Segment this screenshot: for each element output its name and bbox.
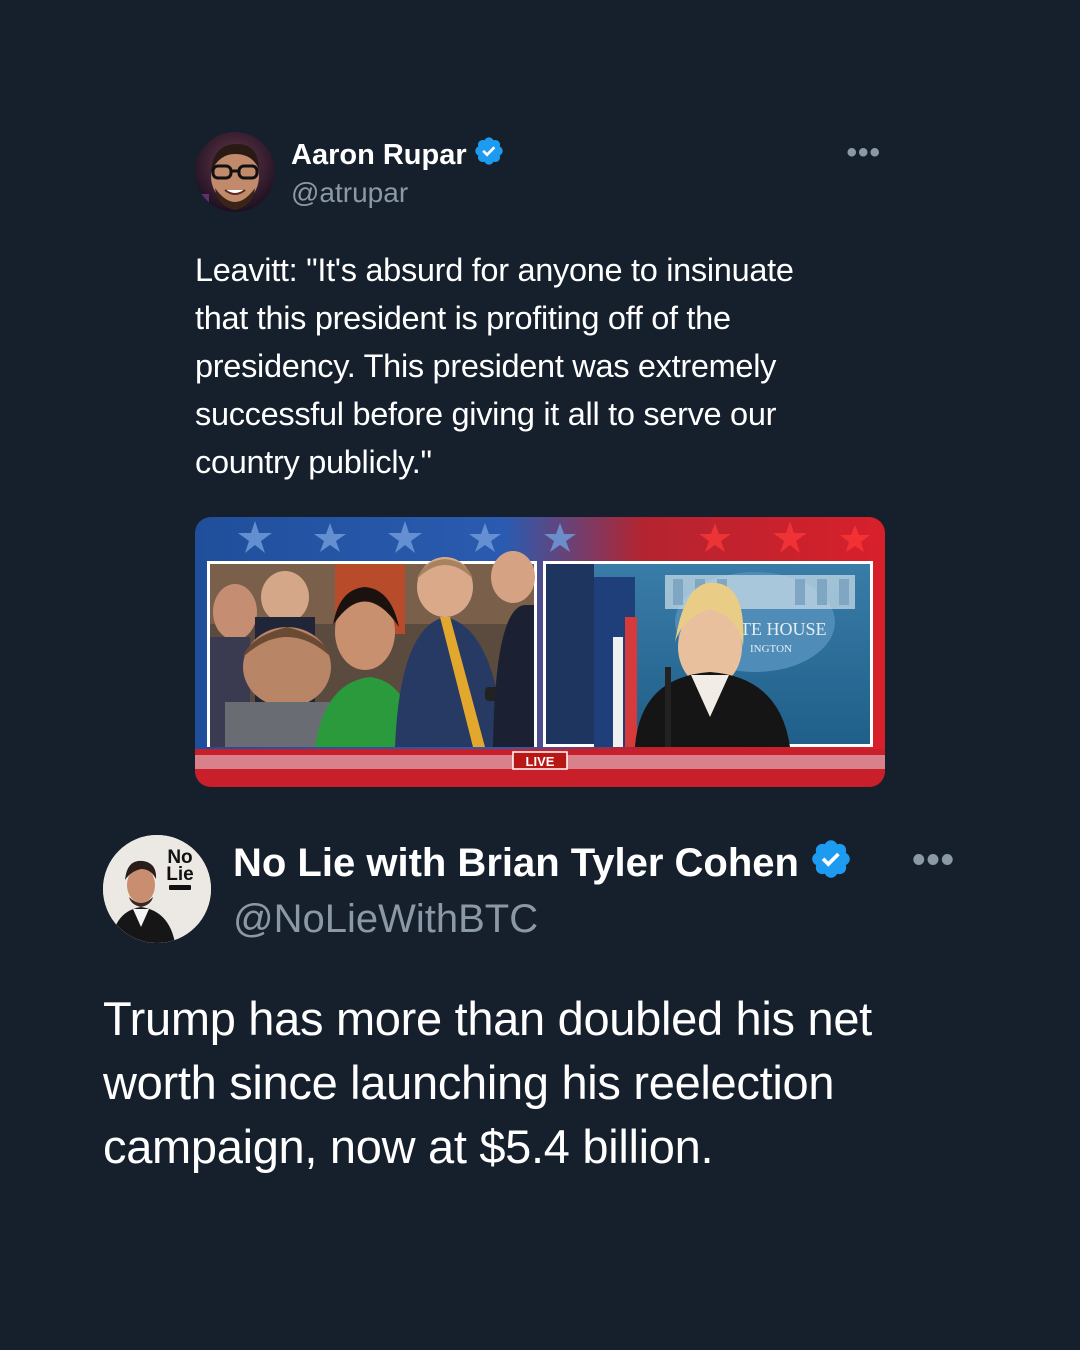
tweet-text: Leavitt: "It's absurd for anyone to insi… (195, 252, 794, 480)
author-name-line[interactable]: Aaron Rupar (291, 135, 505, 175)
avatar-logo-bar (169, 885, 191, 890)
avatar-logo-line2: Lie (166, 864, 194, 885)
tweet-header: No Lie No Lie with Brian Tyler Cohen @No… (103, 835, 973, 943)
verified-badge-icon (473, 135, 505, 175)
live-badge: LIVE (526, 754, 555, 769)
tweet-text: Trump has more than doubled his net wort… (103, 992, 872, 1173)
tweet-aaron-rupar: Aaron Rupar @atrupar ••• Leavitt: "It's … (195, 132, 885, 787)
backdrop-text-1: TE HOUSE (740, 619, 827, 639)
avatar-logo: No Lie (163, 848, 197, 890)
more-options-icon[interactable]: ••• (912, 839, 955, 882)
author-name-line[interactable]: No Lie with Brian Tyler Cohen (233, 837, 853, 891)
author-name[interactable]: Aaron Rupar (291, 139, 467, 172)
backdrop-text-2: INGTON (750, 643, 792, 655)
author-handle[interactable]: @NoLieWithBTC (233, 897, 853, 942)
more-options-icon[interactable]: ••• (846, 136, 881, 170)
verified-badge-icon (809, 837, 853, 891)
tweet-nolie-btc: No Lie No Lie with Brian Tyler Cohen @No… (103, 835, 973, 1179)
author-name[interactable]: No Lie with Brian Tyler Cohen (233, 841, 799, 886)
tweet-header: Aaron Rupar @atrupar (195, 132, 885, 212)
avatar-nolie-btc[interactable]: No Lie (103, 835, 211, 943)
author-handle[interactable]: @atrupar (291, 177, 505, 209)
tweet-media-video[interactable]: TE HOUSE INGTON LIVE (195, 517, 885, 787)
avatar-aaron-rupar[interactable] (195, 132, 275, 212)
